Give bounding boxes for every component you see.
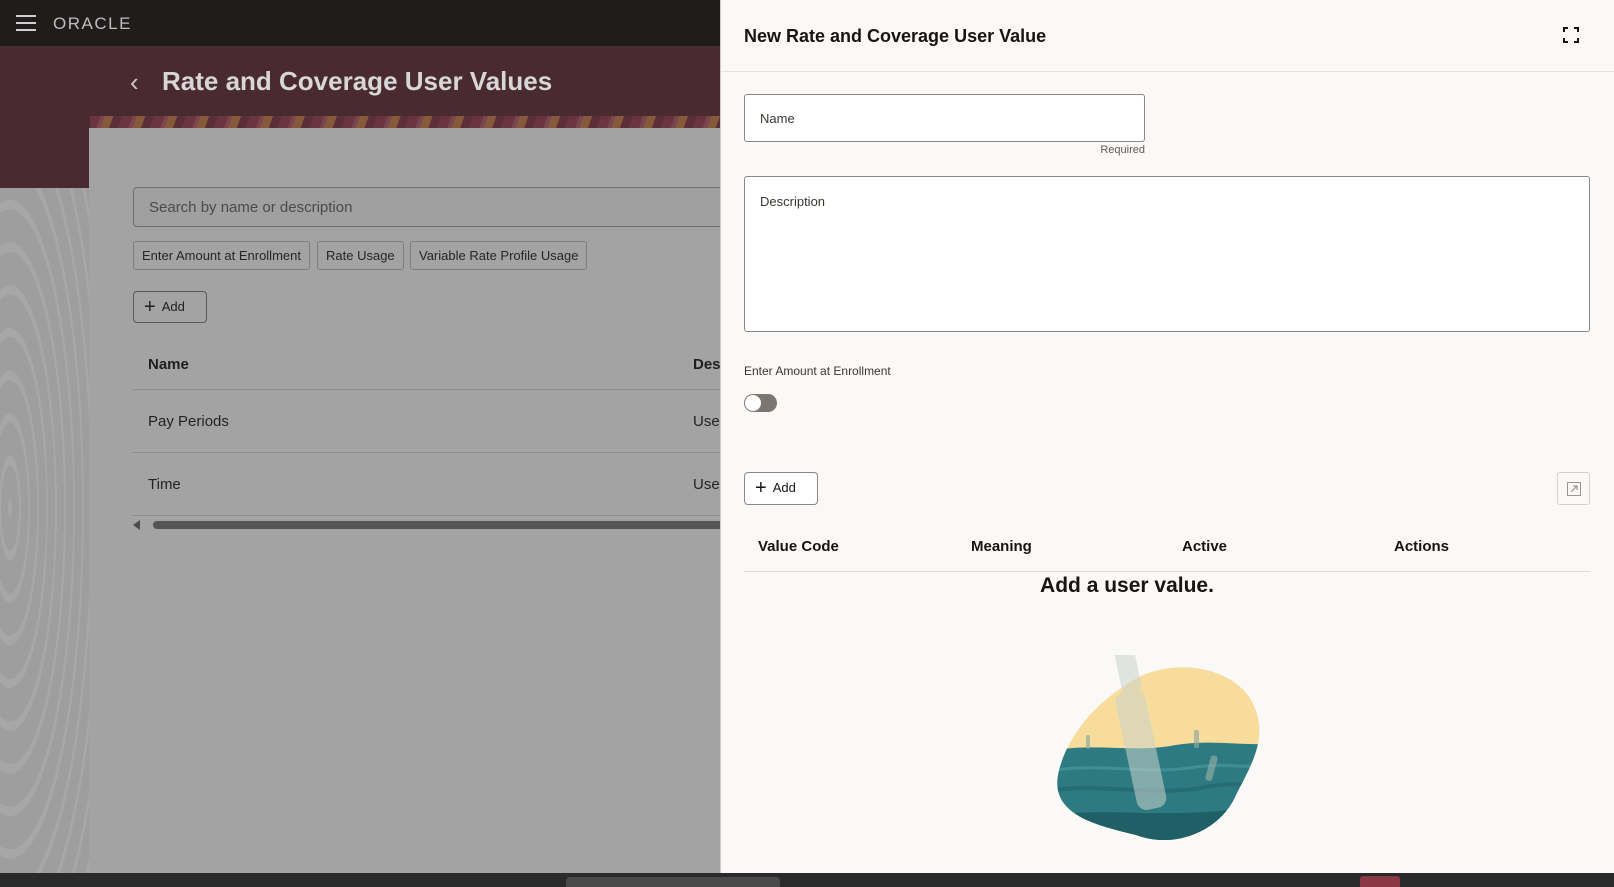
create-drawer: New Rate and Coverage User Value Name Re… bbox=[720, 0, 1614, 873]
column-header-meaning[interactable]: Meaning bbox=[971, 538, 1032, 555]
row-name: Time bbox=[148, 476, 181, 493]
filter-chip-enter-amount[interactable]: Enter Amount at Enrollment bbox=[133, 241, 310, 270]
drawer-title: New Rate and Coverage User Value bbox=[744, 26, 1047, 46]
taskbar-item[interactable] bbox=[566, 877, 780, 887]
add-button-label: Add bbox=[772, 480, 796, 495]
hamburger-menu-icon[interactable] bbox=[16, 15, 36, 31]
scroll-left-arrow-icon[interactable] bbox=[133, 520, 140, 530]
enter-amount-toggle[interactable] bbox=[744, 394, 777, 412]
search-input[interactable]: Search by name or description bbox=[133, 187, 733, 227]
back-chevron-icon[interactable]: ‹ bbox=[130, 68, 139, 96]
taskbar bbox=[0, 873, 1614, 887]
table-row[interactable]: Time Use bbox=[133, 453, 733, 516]
name-field-label: Name bbox=[760, 111, 795, 126]
required-hint: Required bbox=[1100, 144, 1145, 156]
add-button[interactable]: + Add bbox=[133, 291, 207, 323]
topographic-background bbox=[0, 188, 90, 887]
enter-amount-toggle-label: Enter Amount at Enrollment bbox=[744, 364, 891, 378]
detach-table-icon[interactable] bbox=[1557, 472, 1590, 505]
drawer-header: New Rate and Coverage User Value bbox=[721, 0, 1614, 72]
column-header-description[interactable]: Des bbox=[693, 356, 721, 373]
message-in-bottle-illustration bbox=[1057, 655, 1260, 841]
name-field[interactable]: Name bbox=[744, 94, 1145, 142]
fullscreen-icon[interactable] bbox=[1563, 27, 1579, 43]
page-title: Rate and Coverage User Values bbox=[162, 66, 553, 96]
column-header-active[interactable]: Active bbox=[1182, 538, 1227, 555]
row-description: Use bbox=[693, 413, 720, 430]
description-field-label: Description bbox=[760, 194, 826, 209]
toggle-knob bbox=[745, 395, 761, 411]
taskbar-item[interactable] bbox=[1360, 876, 1400, 887]
plus-icon: + bbox=[755, 477, 767, 499]
plus-icon: + bbox=[144, 296, 156, 318]
oracle-logo: ORACLE bbox=[53, 14, 132, 33]
table-header-divider bbox=[744, 571, 1590, 572]
banner-artwork bbox=[90, 116, 730, 128]
horizontal-scrollbar[interactable] bbox=[133, 520, 733, 530]
table-row[interactable]: Pay Periods Use bbox=[133, 390, 733, 453]
column-header-name[interactable]: Name bbox=[148, 356, 189, 373]
filter-chip-variable-rate[interactable]: Variable Rate Profile Usage bbox=[410, 241, 588, 270]
row-description: Use bbox=[693, 476, 720, 493]
filter-chip-rate-usage[interactable]: Rate Usage bbox=[317, 241, 404, 270]
column-header-value-code[interactable]: Value Code bbox=[758, 538, 839, 555]
row-name: Pay Periods bbox=[148, 413, 229, 430]
empty-state-message: Add a user value. bbox=[1040, 574, 1214, 597]
description-field[interactable]: Description bbox=[744, 176, 1590, 332]
add-button-label: Add bbox=[161, 299, 185, 314]
add-user-value-button[interactable]: + Add bbox=[744, 472, 818, 505]
scroll-thumb[interactable] bbox=[153, 521, 733, 529]
column-header-actions[interactable]: Actions bbox=[1394, 538, 1449, 555]
